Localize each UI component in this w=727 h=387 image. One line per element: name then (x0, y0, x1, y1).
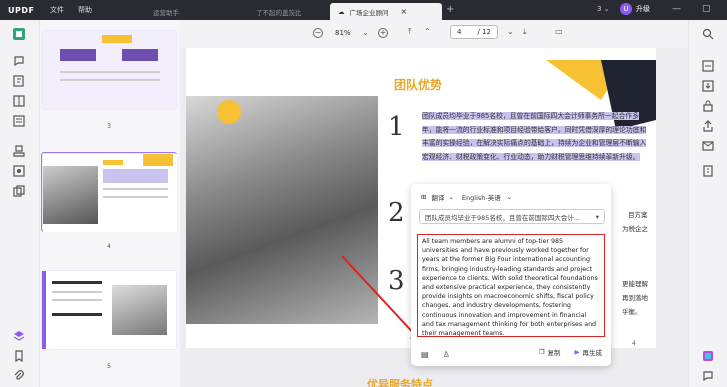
page-input[interactable]: 4 / 12 (450, 25, 498, 39)
mail-icon[interactable] (702, 140, 714, 152)
ocr-icon[interactable] (13, 165, 25, 177)
decor-circle (217, 100, 241, 124)
attachment-icon[interactable] (13, 370, 25, 382)
presentation-icon[interactable]: ▭ (555, 27, 563, 36)
text-fragment: 再到落地 (622, 294, 648, 302)
protect-icon[interactable] (702, 100, 714, 112)
paragraph-1[interactable]: 团队成员均毕业于985名校，且曾在前国际四大会计师事务所一起合作多年，能将一流的… (422, 110, 648, 164)
dropdown-arrow-icon: ▾ (595, 212, 599, 221)
form-icon[interactable] (13, 115, 25, 127)
close-tab-icon[interactable]: × (401, 7, 408, 16)
document-toolbar (180, 20, 688, 48)
tab-consultant[interactable]: ☁ 广场企业顾问 × (330, 3, 442, 20)
save-as-icon[interactable] (702, 80, 714, 92)
search-icon[interactable] (702, 28, 714, 40)
menu-file[interactable]: 文件 (50, 5, 64, 15)
chevron-down-icon[interactable]: ⌄ (448, 193, 453, 201)
text-fragment: 更能理解 (622, 280, 648, 288)
convert-icon[interactable] (702, 60, 714, 72)
minimize-icon[interactable]: — (672, 4, 681, 14)
layers-icon[interactable] (13, 330, 25, 342)
numeral-1: 1 (388, 112, 405, 142)
translate-icon: ⊞ (421, 193, 427, 201)
zoom-in-button[interactable]: + (378, 28, 388, 38)
chevron-down-icon[interactable]: ⌄ (507, 193, 512, 201)
chat-icon[interactable]: ▤ (421, 350, 429, 359)
chevron-down-icon[interactable]: ⌄ (362, 28, 369, 37)
stamp-icon[interactable] (13, 145, 25, 157)
last-page-icon[interactable]: ⤓ (523, 27, 527, 37)
language-select[interactable]: English-英语 (462, 192, 501, 202)
text-fragment: 为税企之 (622, 225, 648, 233)
text-fragment: 目方案 (628, 211, 648, 219)
text-fragment: 乎衡。 (622, 308, 642, 316)
regenerate-button[interactable]: 再生成 (583, 347, 603, 357)
next-page-title: 优异服务特点 (367, 378, 433, 387)
page-title: 团队优势 (394, 78, 443, 92)
avatar: U (620, 3, 632, 15)
mode-select[interactable]: 翻译 (431, 192, 444, 202)
app-logo: UPDF (8, 5, 35, 15)
zoom-out-button[interactable]: − (313, 28, 323, 38)
compress-icon[interactable] (702, 165, 714, 177)
organize-icon[interactable] (13, 95, 25, 107)
copy-button[interactable]: 复制 (548, 347, 561, 357)
bookmark-icon[interactable] (13, 350, 25, 363)
thumbnail-label: 3 (107, 123, 111, 130)
thumbnail-page-3[interactable] (41, 30, 177, 110)
thumbnail-label: 5 (107, 363, 111, 370)
thumbnail-page-5[interactable] (41, 270, 177, 350)
maximize-icon[interactable]: ▢ (702, 4, 711, 14)
comment-icon[interactable] (13, 55, 25, 67)
menu-help[interactable]: 帮助 (78, 5, 92, 15)
prev-page-icon[interactable]: ⌃ (424, 27, 431, 36)
ai-translate-popup: ⊞ 翻译 ⌄ English-英语 ⌄ 团队成员均毕业于985名校，且曾在前国际… (411, 184, 611, 366)
numeral-2: 2 (388, 198, 405, 228)
source-text-select[interactable]: 团队成员均毕业于985名校，且曾在前国际四大会计... ▾ (419, 209, 605, 224)
page-number: 4 (632, 340, 636, 347)
right-toolbar (688, 20, 727, 387)
share-icon[interactable] (702, 120, 714, 132)
chat-bubble-icon[interactable] (702, 370, 714, 382)
tab-ops[interactable]: 运营助手 (145, 3, 187, 20)
edit-icon[interactable] (13, 75, 25, 87)
next-page-icon[interactable]: ⌄ (507, 27, 514, 36)
add-tab-icon[interactable]: + (446, 4, 454, 15)
thumbnail-page-4[interactable] (41, 152, 177, 232)
reader-icon[interactable] (13, 28, 25, 40)
tab-gatsby[interactable]: 了不起的盖茨比 (248, 3, 310, 20)
copy-icon[interactable]: ❐ (539, 348, 545, 356)
ai-assistant-icon[interactable] (702, 350, 714, 362)
clean-icon[interactable]: ♙ (443, 350, 450, 359)
first-page-icon[interactable]: ⤒ (408, 27, 412, 37)
upgrade-button[interactable]: U 升级 (620, 3, 650, 15)
left-toolbar (0, 20, 40, 387)
regenerate-icon[interactable]: ▶ (575, 348, 580, 356)
thumbnail-label: 4 (107, 243, 111, 250)
translation-output[interactable]: All team members are alumni of top-tier … (417, 234, 605, 337)
zoom-level[interactable]: 81% (335, 29, 351, 37)
window-count[interactable]: 3 ⌄ (597, 5, 610, 13)
cloud-icon: ☁ (338, 7, 345, 16)
pages-icon[interactable] (13, 185, 25, 197)
